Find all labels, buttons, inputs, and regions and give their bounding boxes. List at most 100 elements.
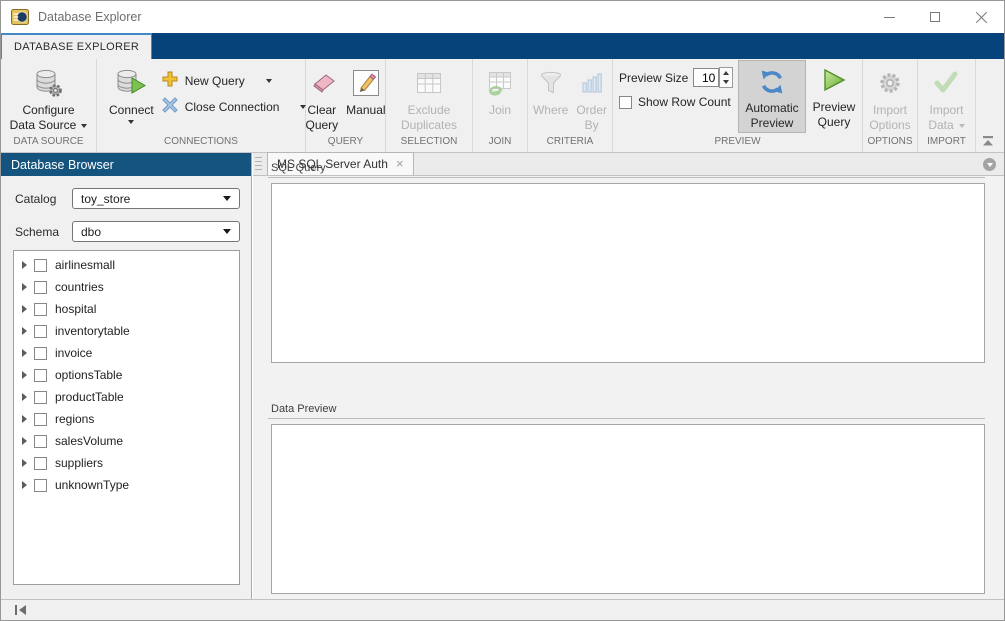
preview-size-stepper <box>719 67 733 88</box>
maximize-button[interactable] <box>912 1 958 33</box>
tab-close-icon[interactable]: × <box>396 159 404 169</box>
document-actions-button[interactable] <box>983 158 996 171</box>
close-connection-button[interactable]: Close Connection <box>158 95 311 118</box>
table-checkbox[interactable] <box>34 347 47 360</box>
section-options: Import Options OPTIONS <box>863 59 918 152</box>
expand-icon[interactable] <box>22 283 27 291</box>
chevron-down-icon <box>959 124 965 128</box>
close-button[interactable] <box>958 1 1004 33</box>
connect-button[interactable]: Connect <box>105 62 158 135</box>
down-arrow-icon <box>987 163 993 167</box>
manual-button[interactable]: Manual <box>342 62 389 135</box>
clear-query-button[interactable]: Clear Query <box>301 62 342 135</box>
table-label: unknownType <box>55 478 129 492</box>
schema-value: dbo <box>81 225 223 239</box>
data-preview-label: Data Preview <box>271 403 336 415</box>
tree-item-airlinesmall[interactable]: airlinesmall <box>14 254 239 276</box>
new-query-button[interactable]: New Query <box>158 69 311 92</box>
bars-icon <box>582 63 602 103</box>
chevron-down-icon <box>223 229 231 234</box>
tree-item-regions[interactable]: regions <box>14 408 239 430</box>
table-checkbox[interactable] <box>34 281 47 294</box>
collapse-panel-button[interactable] <box>14 604 28 616</box>
schema-label: Schema <box>15 225 72 239</box>
stepper-down-button[interactable] <box>720 78 732 88</box>
tree-item-inventorytable[interactable]: inventorytable <box>14 320 239 342</box>
exclude-duplicates-button: Exclude Duplicates <box>397 62 461 135</box>
plus-icon <box>162 71 178 90</box>
expand-icon[interactable] <box>22 459 27 467</box>
import-data-button: Import Data <box>924 62 968 135</box>
table-checkbox[interactable] <box>34 435 47 448</box>
table-checkbox[interactable] <box>34 325 47 338</box>
play-icon <box>821 60 847 100</box>
funnel-icon <box>539 63 563 103</box>
expand-icon[interactable] <box>22 349 27 357</box>
table-label: productTable <box>55 390 124 404</box>
configure-data-source-button[interactable]: Configure Data Source <box>6 62 92 135</box>
expand-icon[interactable] <box>22 261 27 269</box>
minimize-button[interactable] <box>866 1 912 33</box>
tree-item-optionsTable[interactable]: optionsTable <box>14 364 239 386</box>
drag-grip-icon[interactable] <box>255 157 262 172</box>
table-checkbox[interactable] <box>34 413 47 426</box>
order-by-button: Order By <box>572 62 611 135</box>
import-options-line1: Import <box>873 103 907 118</box>
expand-icon[interactable] <box>22 437 27 445</box>
table-checkbox[interactable] <box>34 391 47 404</box>
join-label: Join <box>489 103 511 118</box>
show-row-count-checkbox[interactable] <box>619 96 632 109</box>
section-import: Import Data IMPORT <box>918 59 976 152</box>
automatic-preview-toggle[interactable]: Automatic Preview <box>738 60 806 133</box>
database-gear-icon <box>33 63 63 103</box>
tree-item-unknownType[interactable]: unknownType <box>14 474 239 496</box>
tab-database-explorer[interactable]: DATABASE EXPLORER <box>1 33 152 59</box>
table-label: airlinesmall <box>55 258 115 272</box>
manual-label: Manual <box>346 103 385 118</box>
join-tables-icon <box>486 63 514 103</box>
expand-icon[interactable] <box>22 305 27 313</box>
tree-item-suppliers[interactable]: suppliers <box>14 452 239 474</box>
expand-icon[interactable] <box>22 327 27 335</box>
expand-icon[interactable] <box>22 415 27 423</box>
up-arrow-icon <box>723 71 729 75</box>
table-label: suppliers <box>55 456 103 470</box>
preview-size-input[interactable] <box>693 68 719 87</box>
section-label-selection: SELECTION <box>386 135 472 152</box>
import-options-line2: Options <box>869 118 910 133</box>
tables-tree: airlinesmall countries hospital inventor… <box>13 250 240 585</box>
tree-item-productTable[interactable]: productTable <box>14 386 239 408</box>
catalog-label: Catalog <box>15 192 72 206</box>
close-connection-label: Close Connection <box>185 100 280 114</box>
document-tab-bar: MS SQL Server Auth × <box>253 153 1004 176</box>
tree-item-hospital[interactable]: hospital <box>14 298 239 320</box>
tree-item-invoice[interactable]: invoice <box>14 342 239 364</box>
table-checkbox[interactable] <box>34 369 47 382</box>
sql-query-editor[interactable] <box>271 183 985 363</box>
catalog-dropdown[interactable]: toy_store <box>72 188 240 209</box>
section-connections: Connect New Query C <box>97 59 306 152</box>
tree-item-salesVolume[interactable]: salesVolume <box>14 430 239 452</box>
close-icon <box>975 11 987 23</box>
stepper-up-button[interactable] <box>720 68 732 78</box>
ribbon-tab-bar: DATABASE EXPLORER <box>1 33 1004 59</box>
where-button: Where <box>529 62 572 135</box>
section-label-join: JOIN <box>473 135 527 152</box>
table-label: countries <box>55 280 104 294</box>
tree-item-countries[interactable]: countries <box>14 276 239 298</box>
expand-icon[interactable] <box>22 393 27 401</box>
section-selection: Exclude Duplicates SELECTION <box>386 59 473 152</box>
table-checkbox[interactable] <box>34 303 47 316</box>
preview-query-button[interactable]: Preview Query <box>806 59 862 135</box>
schema-dropdown[interactable]: dbo <box>72 221 240 242</box>
catalog-value: toy_store <box>81 192 223 206</box>
table-checkbox[interactable] <box>34 479 47 492</box>
table-checkbox[interactable] <box>34 259 47 272</box>
order-by-line1: Order <box>576 103 607 118</box>
section-join: Join JOIN <box>473 59 528 152</box>
expand-icon[interactable] <box>22 371 27 379</box>
expand-icon[interactable] <box>22 481 27 489</box>
table-checkbox[interactable] <box>34 457 47 470</box>
collapse-toolstrip-button[interactable] <box>979 133 997 148</box>
down-arrow-icon <box>723 80 729 84</box>
